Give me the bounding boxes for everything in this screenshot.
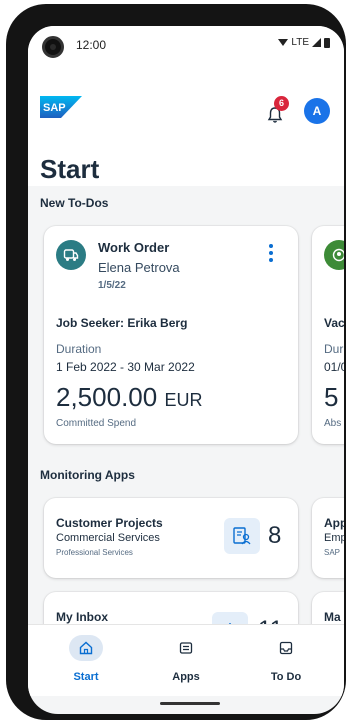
card-count: 8 <box>268 522 282 549</box>
camera-icon <box>42 36 64 58</box>
card-subtitle: Commercial Services <box>56 532 160 544</box>
nav-item-start[interactable]: Start <box>36 625 136 697</box>
todo-subject: Vac <box>324 316 344 330</box>
duration-label: Duration <box>56 342 102 356</box>
nav-pill-todo <box>269 635 303 661</box>
person-icon <box>324 240 344 270</box>
todo-subject: Job Seeker: Erika Berg <box>56 316 188 330</box>
system-icons: LTE <box>278 37 330 48</box>
duration-value: 1 Feb 2022 - 30 Mar 2022 <box>56 360 195 374</box>
nav-pill-start <box>69 635 103 661</box>
card-title: Customer Projects <box>56 516 163 530</box>
todo-person: Elena Petrova <box>98 260 180 275</box>
monitoring-card-customer-projects[interactable]: Customer Projects Commercial Services Pr… <box>44 498 298 578</box>
nav-label-apps: Apps <box>172 671 200 683</box>
amount-value: 2,500.00 <box>56 382 158 412</box>
home-indicator[interactable] <box>160 702 220 705</box>
monitoring-title: Monitoring Apps <box>40 468 135 482</box>
card-subtitle-2: SAP <box>324 548 341 557</box>
amount-footer: Committed Spend <box>56 418 137 429</box>
bottom-nav: Start Apps To Do <box>28 624 344 696</box>
amount-currency: EUR <box>164 390 203 410</box>
avatar[interactable]: A <box>304 98 330 124</box>
nav-label-start: Start <box>73 671 99 683</box>
card-title: My Inbox <box>56 610 109 624</box>
nav-label-todo: To Do <box>270 671 302 683</box>
card-title: Ma <box>324 610 341 624</box>
card-subtitle: Emp <box>324 532 344 544</box>
status-time: 12:00 <box>76 38 107 52</box>
page-title: Start <box>40 154 100 184</box>
home-icon <box>79 641 93 655</box>
wifi-icon <box>278 39 289 46</box>
card-subtitle-2: Professional Services <box>56 548 133 557</box>
duration-label: Dur <box>324 342 344 356</box>
nav-item-apps[interactable]: Apps <box>136 625 236 697</box>
network-label: LTE <box>291 37 309 48</box>
todo-type: Work Order <box>98 240 170 255</box>
more-options-icon[interactable] <box>268 244 274 262</box>
signal-icon <box>312 38 321 47</box>
nav-item-todo[interactable]: To Do <box>236 625 336 697</box>
card-title: App <box>324 516 344 530</box>
duration-value: 01/0 <box>324 360 344 374</box>
todo-date: 1/5/22 <box>98 280 126 291</box>
sap-logo-icon: SAP <box>40 96 82 118</box>
status-bar: 12:00 LTE <box>28 26 344 62</box>
new-todos-title: New To-Dos <box>40 196 109 210</box>
apps-icon <box>179 642 193 654</box>
phone-frame: 12:00 LTE SAP 6 A Start New To-Dos Work … <box>6 4 346 720</box>
notification-badge: 6 <box>274 96 289 111</box>
inbox-icon <box>279 641 293 655</box>
project-icon <box>224 518 260 554</box>
nav-pill-apps <box>169 635 203 661</box>
screen: 12:00 LTE SAP 6 A Start New To-Dos Work … <box>28 26 344 714</box>
todo-card-vacation[interactable]: Vac Dur 01/0 5 Abs <box>312 226 344 444</box>
logo-text: SAP <box>43 102 66 114</box>
todo-amount: 2,500.00 EUR <box>56 382 202 413</box>
monitoring-card-app[interactable]: App Emp SAP <box>312 498 344 578</box>
truck-icon <box>56 240 86 270</box>
amount-footer: Abs <box>324 418 342 429</box>
app-header: SAP 6 A Start <box>28 62 344 186</box>
amount-value: 5 <box>324 382 339 412</box>
todo-card-work-order[interactable]: Work Order Elena Petrova 1/5/22 Job Seek… <box>44 226 298 444</box>
battery-icon <box>324 37 330 48</box>
